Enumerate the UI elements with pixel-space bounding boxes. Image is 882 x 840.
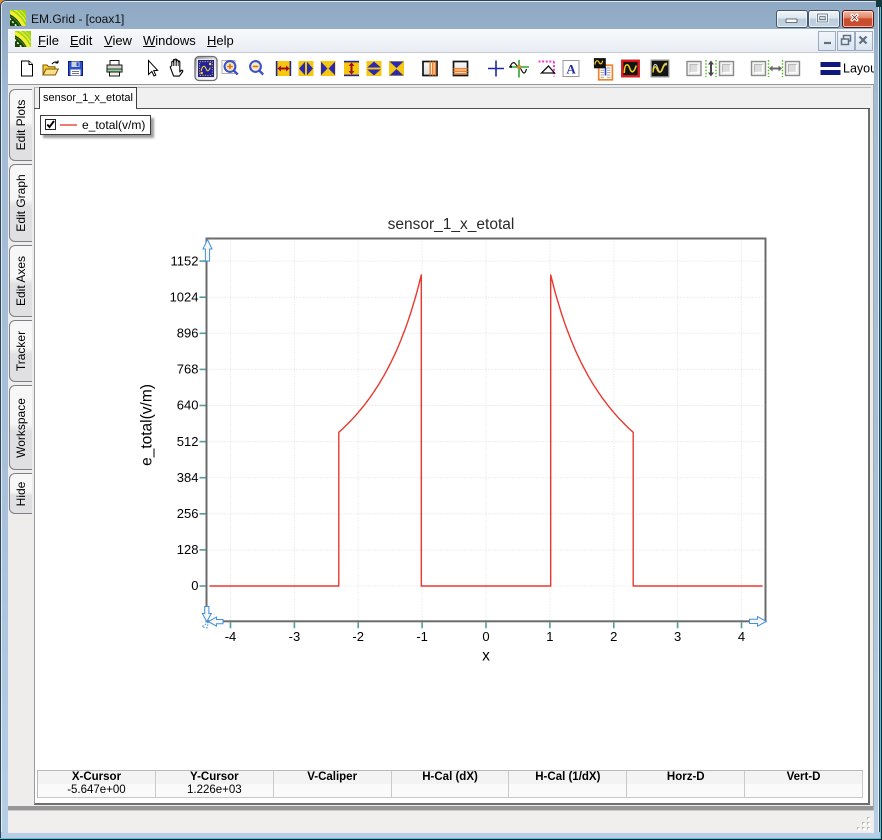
svg-text:768: 768 bbox=[177, 362, 199, 377]
svg-text:896: 896 bbox=[177, 326, 199, 341]
svg-text:256: 256 bbox=[177, 506, 199, 521]
svg-text:1152: 1152 bbox=[171, 253, 199, 268]
svg-text:0: 0 bbox=[191, 578, 198, 593]
svg-text:384: 384 bbox=[177, 470, 199, 485]
svg-text:0: 0 bbox=[482, 629, 489, 644]
svg-text:Layout: Layout bbox=[843, 62, 874, 76]
svg-text:-3: -3 bbox=[289, 629, 301, 644]
svg-text:x: x bbox=[482, 648, 490, 665]
svg-text:1024: 1024 bbox=[170, 289, 199, 304]
svg-text:-2: -2 bbox=[352, 629, 364, 644]
svg-text:sensor_1_x_etotal: sensor_1_x_etotal bbox=[388, 216, 515, 233]
svg-text:e_total(v/m): e_total(v/m) bbox=[139, 384, 156, 466]
svg-text:4: 4 bbox=[738, 629, 745, 644]
svg-text:-4: -4 bbox=[225, 629, 237, 644]
svg-text:3: 3 bbox=[674, 629, 681, 644]
svg-text:512: 512 bbox=[177, 434, 199, 449]
svg-text:-1: -1 bbox=[416, 629, 428, 644]
svg-text:A: A bbox=[566, 61, 576, 76]
svg-text:2: 2 bbox=[610, 629, 617, 644]
svg-text:128: 128 bbox=[177, 542, 199, 557]
svg-text:1: 1 bbox=[546, 629, 553, 644]
svg-text:640: 640 bbox=[177, 398, 199, 413]
